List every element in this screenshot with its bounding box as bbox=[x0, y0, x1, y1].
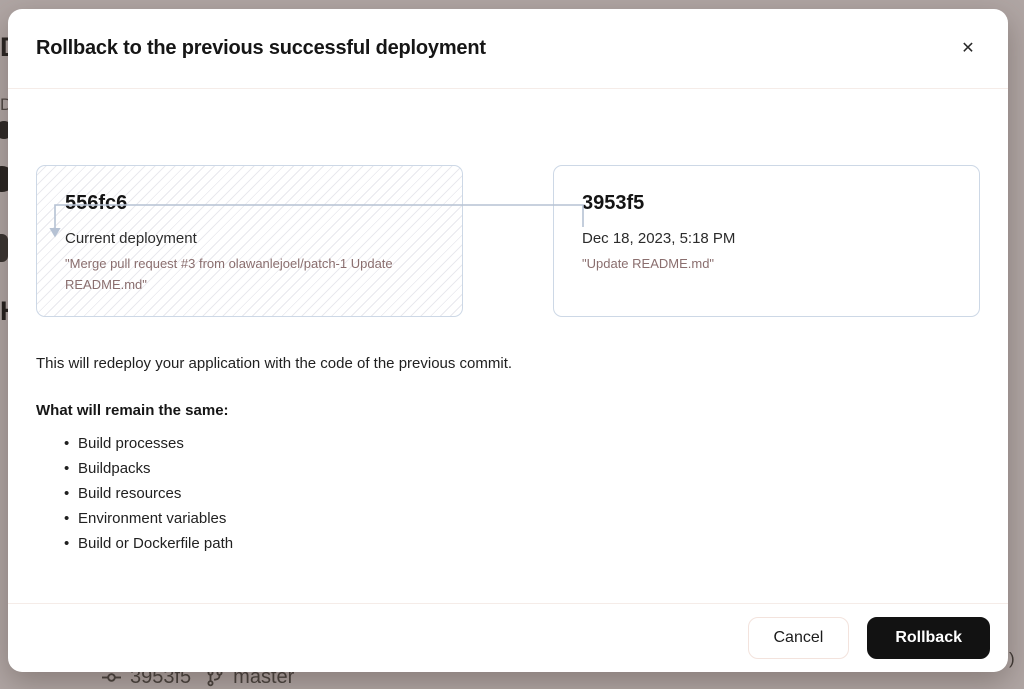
rollback-direction-arrow bbox=[48, 195, 598, 247]
remain-same-list: Build processes Buildpacks Build resourc… bbox=[36, 431, 980, 556]
list-item: Environment variables bbox=[36, 506, 980, 531]
dialog-title: Rollback to the previous successful depl… bbox=[36, 37, 486, 60]
list-item: Build resources bbox=[36, 481, 980, 506]
dialog-header: Rollback to the previous successful depl… bbox=[8, 9, 1008, 88]
rollback-button[interactable]: Rollback bbox=[867, 617, 990, 659]
previous-commit-hash: 3953f5 bbox=[582, 192, 951, 215]
close-icon[interactable]: ✕ bbox=[952, 33, 984, 65]
previous-deployment-card: 3953f5 Dec 18, 2023, 5:18 PM "Update REA… bbox=[553, 165, 980, 317]
background-button-fragment bbox=[0, 234, 8, 262]
remain-same-heading: What will remain the same: bbox=[36, 402, 980, 419]
dialog-body: 556fc6 Current deployment "Merge pull re… bbox=[8, 89, 1008, 603]
list-item: Build or Dockerfile path bbox=[36, 531, 980, 556]
cancel-button[interactable]: Cancel bbox=[748, 617, 850, 659]
rollback-dialog: Rollback to the previous successful depl… bbox=[8, 9, 1008, 672]
current-commit-message: "Merge pull request #3 from olawanlejoel… bbox=[65, 253, 434, 295]
previous-commit-message: "Update README.md" bbox=[582, 253, 951, 274]
dialog-footer: Cancel Rollback bbox=[8, 604, 1008, 672]
redeploy-description: This will redeploy your application with… bbox=[36, 355, 980, 372]
previous-deployment-timestamp: Dec 18, 2023, 5:18 PM bbox=[582, 230, 951, 247]
background-text-fragment: ) bbox=[1009, 650, 1015, 667]
list-item: Build processes bbox=[36, 431, 980, 456]
list-item: Buildpacks bbox=[36, 456, 980, 481]
